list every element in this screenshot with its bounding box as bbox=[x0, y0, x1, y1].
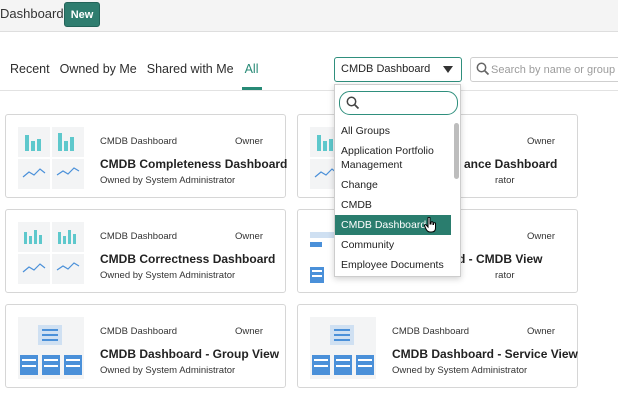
dropdown-list: All Groups Application Portfolio Managem… bbox=[335, 121, 451, 275]
filter-tabs: Recent Owned by Me Shared with Me All bbox=[10, 62, 272, 90]
page-title: Dashboards bbox=[0, 6, 71, 21]
card-title[interactable]: CMDB Dashboard - Service View bbox=[392, 347, 578, 361]
group-select-value: CMDB Dashboard bbox=[341, 63, 431, 75]
group-dropdown-menu: All Groups Application Portfolio Managem… bbox=[334, 84, 461, 277]
dropdown-option-cmdb[interactable]: CMDB bbox=[335, 195, 451, 215]
card-owner-label: Owner bbox=[235, 326, 263, 337]
chart-thumbnail-icon bbox=[18, 222, 84, 284]
dropdown-option-all-groups[interactable]: All Groups bbox=[335, 121, 451, 141]
group-select[interactable]: CMDB Dashboard bbox=[334, 57, 462, 82]
dropdown-scrollbar[interactable] bbox=[454, 121, 460, 271]
card-title[interactable]: CMDB Dashboard - Group View bbox=[100, 347, 279, 361]
dashboard-card[interactable]: CMDB Dashboard Owner CMDB Completeness D… bbox=[5, 114, 287, 198]
hand-pointer-icon bbox=[424, 216, 438, 238]
card-owned-by: rator bbox=[495, 175, 515, 186]
card-owned-by: Owned by System Administrator bbox=[392, 365, 528, 376]
card-owned-by: Owned by System Administrator bbox=[100, 365, 236, 376]
card-owned-by: Owned by System Administrator bbox=[100, 270, 236, 281]
card-dashboard-type: CMDB Dashboard bbox=[100, 326, 178, 337]
tab-recent[interactable]: Recent bbox=[10, 62, 50, 90]
dashboard-card[interactable]: CMDB Dashboard Owner CMDB Dashboard - Gr… bbox=[5, 304, 286, 388]
card-owned-by: Owned by System Administrator bbox=[100, 175, 236, 186]
new-button[interactable]: New bbox=[64, 2, 100, 27]
card-dashboard-type: CMDB Dashboard bbox=[100, 231, 178, 242]
chevron-down-icon bbox=[443, 66, 453, 73]
card-title[interactable]: CMDB Completeness Dashboard bbox=[100, 157, 287, 171]
card-owned-by: rator bbox=[495, 270, 515, 281]
card-title[interactable]: d - CMDB View bbox=[458, 252, 542, 266]
scrollbar-thumb[interactable] bbox=[454, 123, 459, 179]
dropdown-option-community[interactable]: Community bbox=[335, 235, 451, 255]
tabs-divider bbox=[0, 90, 618, 91]
tab-shared-with-me[interactable]: Shared with Me bbox=[147, 62, 234, 90]
layout-thumbnail-icon bbox=[310, 317, 376, 379]
top-bar: Dashboards New bbox=[0, 0, 618, 32]
card-owner-label: Owner bbox=[527, 231, 555, 242]
dashboard-card[interactable]: CMDB Dashboard Owner CMDB Dashboard - Se… bbox=[297, 304, 578, 388]
dropdown-search-field[interactable] bbox=[339, 91, 458, 115]
layout-thumbnail-icon bbox=[18, 317, 84, 379]
card-owner-label: Owner bbox=[235, 136, 263, 147]
tab-all[interactable]: All bbox=[241, 62, 262, 90]
dropdown-option-application-portfolio-management[interactable]: Application Portfolio Management bbox=[335, 141, 451, 175]
card-owner-label: Owner bbox=[235, 231, 263, 242]
card-dashboard-type: CMDB Dashboard bbox=[392, 326, 470, 337]
card-title[interactable]: ance Dashboard bbox=[464, 157, 557, 171]
dropdown-option-employee-documents[interactable]: Employee Documents bbox=[335, 255, 451, 275]
card-owner-label: Owner bbox=[527, 326, 555, 337]
chart-thumbnail-icon bbox=[18, 127, 84, 189]
search-icon bbox=[346, 96, 360, 115]
search-field[interactable] bbox=[470, 57, 618, 82]
search-icon bbox=[476, 62, 490, 81]
search-input[interactable] bbox=[491, 61, 618, 78]
tab-owned-by-me[interactable]: Owned by Me bbox=[60, 62, 137, 90]
dashboard-card[interactable]: CMDB Dashboard Owner CMDB Correctness Da… bbox=[5, 209, 286, 293]
dropdown-option-change[interactable]: Change bbox=[335, 175, 451, 195]
card-owner-label: Owner bbox=[527, 136, 555, 147]
card-title[interactable]: CMDB Correctness Dashboard bbox=[100, 252, 275, 266]
card-dashboard-type: CMDB Dashboard bbox=[100, 136, 178, 147]
